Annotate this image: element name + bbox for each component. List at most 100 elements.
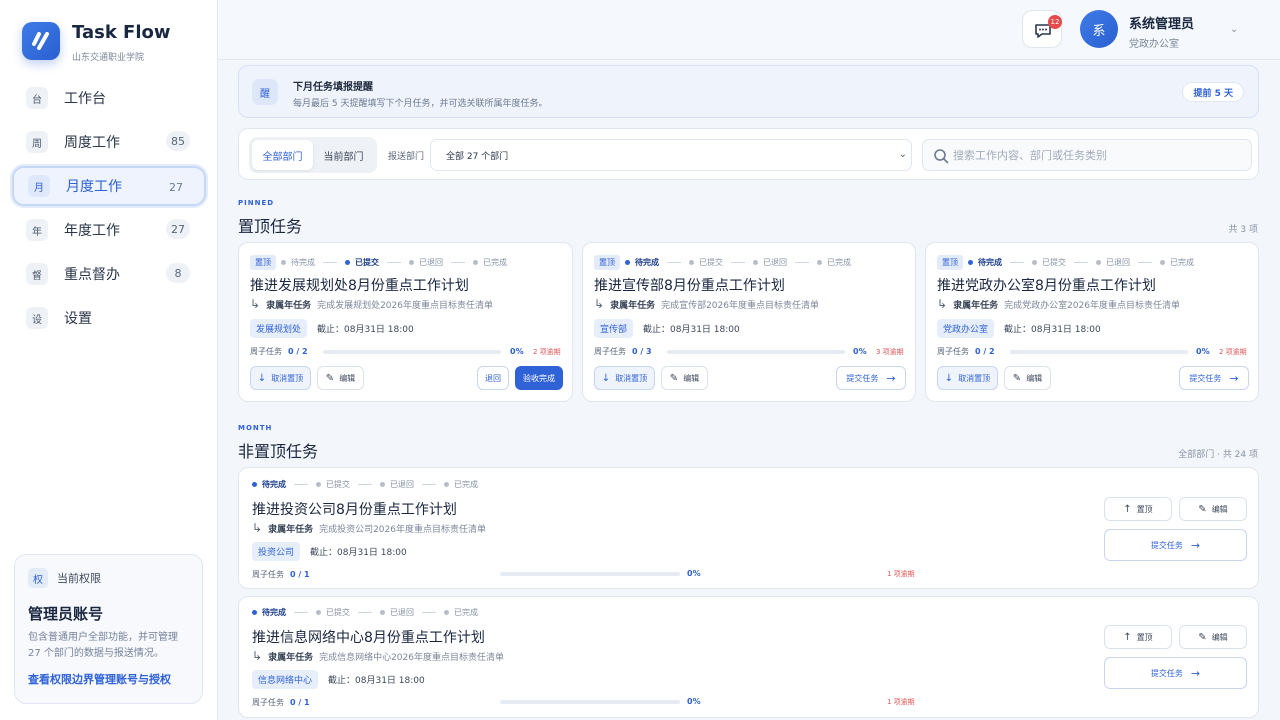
- sidebar-item-yearly[interactable]: 年 年度工作 27: [12, 210, 206, 250]
- subtask-progress-label: 周子任务 0 / 1: [252, 570, 310, 579]
- count-badge: 8: [166, 263, 190, 283]
- seg-current-department[interactable]: 当前部门: [313, 140, 374, 170]
- edit-button[interactable]: ✎ 编辑: [1004, 366, 1051, 390]
- parent-task: ↳ 隶属年任务 完成宣传部2026年度重点目标责任清单: [594, 297, 819, 311]
- pinned-task-card: 置顶 待完成 已提交 已退回 已完成 推进宣传部8月份重点工作计划 ↳ 隶属年任务…: [582, 242, 916, 402]
- task-title[interactable]: 推进信息网络中心8月份重点工作计划: [252, 627, 485, 647]
- status-steps: 置顶 待完成 已提交 已退回 已完成: [250, 255, 507, 270]
- reminder-desc: 每月最后 5 天提醒填写下个月任务，并可选关联所属年度任务。: [293, 99, 548, 109]
- supervision-icon: 督: [26, 263, 48, 285]
- department-tag: 信息网络中心: [252, 670, 319, 689]
- user-name[interactable]: 系统管理员: [1129, 13, 1194, 32]
- arrow-right-icon: →: [1190, 666, 1201, 680]
- submit-task-button[interactable]: 提交任务 →: [1104, 657, 1247, 689]
- arrow-right-icon: →: [1229, 371, 1239, 385]
- sidebar-item-label: 月度工作: [66, 179, 122, 195]
- user-dept: 党政办公室: [1129, 39, 1179, 50]
- permission-panel: 权 当前权限 管理员账号 包含普通用户全部功能，并可管理 27 个部门的数据与报…: [14, 554, 203, 704]
- section-tag: PINNED: [238, 199, 275, 207]
- sidebar-item-dashboard[interactable]: 台 工作台: [12, 78, 206, 118]
- section-title: 非置顶任务: [238, 442, 319, 461]
- progress-bar: [500, 572, 680, 576]
- avatar[interactable]: 系: [1080, 10, 1118, 48]
- pin-button[interactable]: ↑ 置顶: [1104, 625, 1172, 649]
- department-select[interactable]: 全部 27 个部门 ⌄: [430, 139, 912, 171]
- submit-task-button[interactable]: 提交任务 →: [1179, 366, 1249, 390]
- edit-button[interactable]: ✎ 编辑: [317, 366, 364, 390]
- edit-button[interactable]: ✎ 编辑: [1179, 625, 1247, 649]
- app-logo[interactable]: [22, 22, 60, 60]
- submit-task-button[interactable]: 提交任务 →: [836, 366, 906, 390]
- task-meta: 党政办公室 截止：08月31日 18:00: [937, 319, 1101, 338]
- sidebar-item-weekly[interactable]: 周 周度工作 85: [12, 122, 206, 162]
- task-meta: 宣传部 截止：08月31日 18:00: [594, 319, 740, 338]
- department-tag: 投资公司: [252, 542, 301, 561]
- parent-task: ↳ 隶属年任务 完成党政办公室2026年度重点目标责任清单: [937, 297, 1180, 311]
- edit-button[interactable]: ✎ 编辑: [661, 366, 708, 390]
- task-title[interactable]: 推进发展规划处8月份重点工作计划: [250, 275, 469, 295]
- department-select-value: 全部 27 个部门: [446, 151, 509, 162]
- filter-bar: 全部部门 当前部门 报送部门 全部 27 个部门 ⌄ 搜索工作内容、部门或任务类…: [238, 128, 1259, 180]
- subtask-progress-label: 周子任务 0 / 2: [250, 347, 308, 356]
- progress-bar: [667, 350, 845, 354]
- chevron-down-icon[interactable]: ⌄: [1230, 24, 1238, 35]
- reminder-banner: 醒 下月任务填报提醒 每月最后 5 天提醒填写下个月任务，并可选关联所属年度任务…: [238, 65, 1259, 118]
- task-title[interactable]: 推进投资公司8月份重点工作计划: [252, 499, 457, 519]
- permission-desc: 包含普通用户全部功能，并可管理 27 个部门的数据与报送情况。: [28, 632, 178, 659]
- org-name: 山东交通职业学院: [72, 53, 145, 63]
- progress-percent: 0%: [1196, 347, 1210, 356]
- overdue-count: 2 项逾期: [533, 348, 561, 356]
- sidebar-item-settings[interactable]: 设 设置: [12, 298, 206, 338]
- month-task-card: 待完成 已提交 已退回 已完成 推进投资公司8月份重点工作计划 ↳ 隶属年任务 完成…: [238, 467, 1259, 589]
- return-button[interactable]: 退回: [477, 366, 509, 390]
- step-submitted: 已提交: [689, 257, 723, 268]
- deadline: 截止：08月31日 18:00: [643, 325, 740, 335]
- sidebar-nav: 台 工作台 周 周度工作 85 月 月度工作 27 年 年度工作 27 督 重点…: [12, 78, 206, 342]
- seg-all-departments[interactable]: 全部部门: [252, 140, 313, 170]
- task-title[interactable]: 推进宣传部8月份重点工作计划: [594, 275, 785, 295]
- pin-button[interactable]: ↑ 置顶: [1104, 497, 1172, 521]
- step-completed: 已完成: [444, 479, 478, 490]
- pencil-icon: ✎: [669, 372, 679, 384]
- pencil-icon: ✎: [1012, 372, 1022, 384]
- search-input[interactable]: 搜索工作内容、部门或任务类别: [922, 139, 1252, 171]
- sidebar-item-label: 重点督办: [64, 267, 120, 283]
- sidebar-item-supervision[interactable]: 督 重点督办 8: [12, 254, 206, 294]
- pinned-task-card: 置顶 待完成 已提交 已退回 已完成 推进党政办公室8月份重点工作计划 ↳ 隶属年…: [925, 242, 1259, 402]
- unpin-button[interactable]: ↓ 取消置顶: [594, 366, 655, 390]
- status-steps: 置顶 待完成 已提交 已退回 已完成: [594, 255, 851, 270]
- unpin-button[interactable]: ↓ 取消置顶: [937, 366, 998, 390]
- task-title[interactable]: 推进党政办公室8月份重点工作计划: [937, 275, 1156, 295]
- count-badge: 85: [166, 131, 190, 151]
- step-submitted: 已提交: [1032, 257, 1066, 268]
- accept-button[interactable]: 验收完成: [515, 366, 563, 390]
- step-completed: 已完成: [444, 607, 478, 618]
- step-pending: 待完成: [968, 257, 1002, 268]
- unpin-button[interactable]: ↓ 取消置顶: [250, 366, 311, 390]
- subtask-progress-label: 周子任务 0 / 3: [594, 347, 652, 356]
- subdirectory-arrow-icon: ↳: [937, 297, 948, 311]
- section-title: 置顶任务: [238, 217, 303, 236]
- overdue-count: 2 项逾期: [1219, 348, 1247, 356]
- topbar: 12 系 系统管理员 党政办公室 ⌄: [218, 0, 1280, 60]
- status-steps: 置顶 待完成 已提交 已退回 已完成: [937, 255, 1194, 270]
- department-scope-toggle: 全部部门 当前部门: [249, 137, 377, 173]
- submit-task-button[interactable]: 提交任务 →: [1104, 529, 1247, 561]
- progress-percent: 0%: [687, 569, 701, 578]
- edit-button[interactable]: ✎ 编辑: [1179, 497, 1247, 521]
- sidebar-item-monthly[interactable]: 月 月度工作 27: [12, 166, 206, 206]
- step-pending: 待完成: [625, 257, 659, 268]
- deadline: 截止：08月31日 18:00: [1004, 325, 1101, 335]
- subdirectory-arrow-icon: ↳: [594, 297, 605, 311]
- step-submitted: 已提交: [316, 479, 350, 490]
- permission-head-label: 当前权限: [57, 572, 101, 585]
- messages-button[interactable]: 12: [1022, 10, 1062, 48]
- app-name: Task Flow: [72, 22, 171, 43]
- pencil-icon: ✎: [1198, 503, 1207, 515]
- step-submitted: 已提交: [316, 607, 350, 618]
- step-pending: 待完成: [252, 479, 286, 490]
- step-pending: 待完成: [281, 257, 315, 268]
- permission-link[interactable]: 查看权限边界管理账号与授权: [28, 671, 189, 687]
- permission-icon: 权: [28, 568, 48, 588]
- overdue-count: 1 项逾期: [887, 570, 915, 578]
